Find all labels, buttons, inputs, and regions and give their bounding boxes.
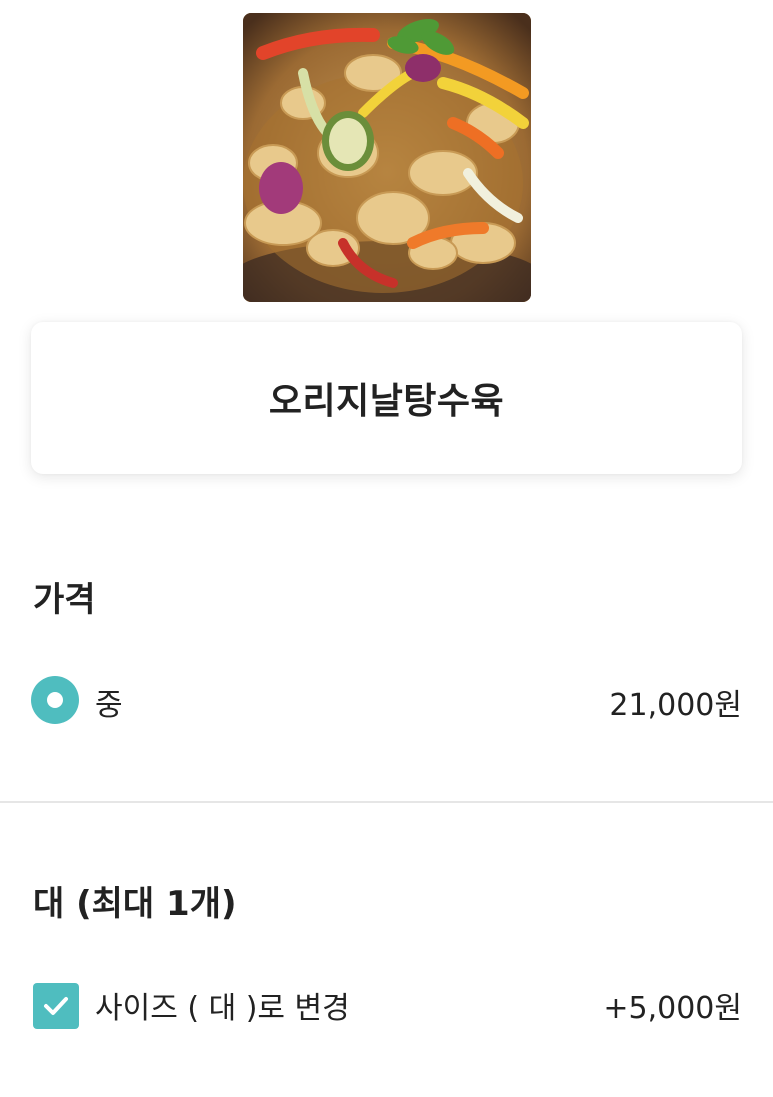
- section-divider: [0, 801, 773, 803]
- food-photo-graphic: [243, 13, 531, 302]
- size-upgrade-price: +5,000원: [603, 991, 742, 1026]
- menu-option-page: 오리지날탕수육 가격 중 21,000원 대 (최대 1개) 사이즈 ( 대 )…: [0, 0, 773, 1097]
- check-mark-icon: [44, 997, 68, 1015]
- menu-name: 오리지날탕수육: [268, 381, 505, 422]
- menu-title-card: 오리지날탕수육: [31, 322, 742, 474]
- size-upgrade-label: 사이즈 ( 대 )로 변경: [95, 991, 350, 1026]
- price-option-medium[interactable]: 중 21,000원: [31, 675, 742, 725]
- size-upgrade-option[interactable]: 사이즈 ( 대 )로 변경 +5,000원: [31, 978, 742, 1029]
- checkbox-checked-icon[interactable]: [33, 983, 79, 1029]
- price-option-amount: 21,000원: [609, 688, 742, 723]
- radio-dot: [47, 692, 63, 708]
- radio-selected-icon[interactable]: [31, 676, 79, 724]
- large-size-section-title: 대 (최대 1개): [33, 884, 237, 924]
- menu-photo: [243, 13, 531, 302]
- price-option-label: 중: [95, 688, 123, 723]
- price-section-title: 가격: [33, 580, 96, 620]
